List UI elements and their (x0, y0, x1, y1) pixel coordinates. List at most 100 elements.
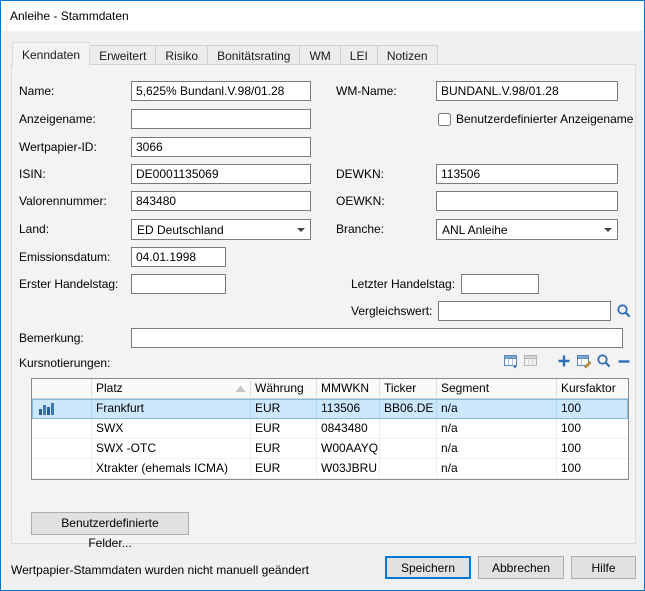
table-row[interactable]: SWX EUR 0843480 n/a 100 (32, 419, 628, 439)
kursnotierungen-table: Platz Währung MMWKN Ticker Segment Kursf… (31, 378, 629, 480)
active-quote-cell (32, 399, 92, 419)
wertpapier-id-input[interactable] (131, 137, 311, 157)
wm-name-label: WM-Name: (336, 81, 397, 101)
tab-notizen[interactable]: Notizen (378, 45, 438, 65)
column-header-kursfaktor[interactable]: Kursfaktor (557, 379, 628, 399)
cell-segment: n/a (437, 399, 557, 419)
cell-mmwkn: 0843480 (317, 419, 380, 439)
chevron-down-icon (297, 228, 305, 232)
wm-name-input[interactable] (436, 81, 618, 101)
cell-ticker (380, 459, 437, 479)
emissionsdatum-label: Emissionsdatum: (19, 247, 110, 267)
vergleichswert-label: Vergleichswert: (351, 301, 432, 321)
wertpapier-id-label: Wertpapier-ID: (19, 137, 97, 157)
table-row[interactable]: Frankfurt EUR 113506 BB06.DE n/a 100 (32, 399, 628, 419)
hilfe-button[interactable]: Hilfe (571, 556, 636, 579)
erster-handelstag-label: Erster Handelstag: (19, 274, 118, 294)
remove-quote-icon[interactable] (615, 352, 632, 369)
table-header-row: Platz Währung MMWKN Ticker Segment Kursf… (32, 379, 628, 399)
benutzerdefinierte-felder-button[interactable]: Benutzerdefinierte Felder... (31, 512, 189, 535)
copy-quotes-icon[interactable] (502, 352, 519, 369)
cell-segment: n/a (437, 439, 557, 459)
tab-kenndaten[interactable]: Kenndaten (12, 42, 90, 66)
cell-segment: n/a (437, 419, 557, 439)
dewkn-input[interactable] (436, 164, 618, 184)
branche-label: Branche: (336, 219, 384, 239)
cell-waehrung: EUR (251, 419, 317, 439)
table-row[interactable]: Xtrakter (ehemals ICMA) EUR W03JBRU n/a … (32, 459, 628, 479)
cell-mmwkn: W03JBRU (317, 459, 380, 479)
window-title: Anleihe - Stammdaten (10, 9, 129, 23)
letzter-handelstag-input[interactable] (461, 274, 539, 294)
tab-strip: Kenndaten Erweitert Risiko Bonitätsratin… (12, 42, 438, 65)
cell-kursfaktor: 100 (557, 419, 628, 439)
cell-mmwkn: 113506 (317, 399, 380, 419)
name-input[interactable] (131, 81, 311, 101)
erster-handelstag-input[interactable] (131, 274, 226, 294)
cell-waehrung: EUR (251, 439, 317, 459)
land-label: Land: (19, 219, 49, 239)
cell-ticker: BB06.DE (380, 399, 437, 419)
tab-bonitaetsrating[interactable]: Bonitätsrating (208, 45, 300, 65)
dewkn-label: DEWKN: (336, 164, 384, 184)
anzeigename-input[interactable] (131, 109, 311, 129)
chart-icon (39, 403, 54, 415)
valorennummer-input[interactable] (131, 191, 311, 211)
land-select[interactable]: ED Deutschland (131, 219, 311, 240)
cell-kursfaktor: 100 (557, 459, 628, 479)
letzter-handelstag-label: Letzter Handelstag: (351, 274, 455, 294)
table-row[interactable]: SWX -OTC EUR W00AAYQ n/a 100 (32, 439, 628, 459)
branche-select[interactable]: ANL Anleihe (436, 219, 618, 240)
column-header-icon[interactable] (32, 379, 92, 399)
status-text: Wertpapier-Stammdaten wurden nicht manue… (11, 563, 309, 577)
cell-platz: Xtrakter (ehemals ICMA) (92, 459, 251, 479)
search-quote-icon[interactable] (595, 352, 612, 369)
isin-label: ISIN: (19, 164, 46, 184)
tab-erweitert[interactable]: Erweitert (90, 45, 156, 65)
bemerkung-input[interactable] (131, 328, 623, 348)
cell-waehrung: EUR (251, 459, 317, 479)
copy-quotes-disabled-icon[interactable] (522, 352, 539, 369)
cell-platz: Frankfurt (92, 399, 251, 419)
name-label: Name: (19, 81, 54, 101)
isin-input[interactable] (131, 164, 311, 184)
cell-platz: SWX (92, 419, 251, 439)
active-quote-cell (32, 459, 92, 479)
column-header-platz[interactable]: Platz (92, 379, 251, 399)
anleihe-stammdaten-dialog: Anleihe - Stammdaten Kenndaten Erweitert… (0, 0, 645, 591)
active-quote-cell (32, 439, 92, 459)
oewkn-label: OEWKN: (336, 191, 385, 211)
active-quote-cell (32, 419, 92, 439)
vergleichswert-input[interactable] (438, 301, 611, 321)
branche-select-value: ANL Anleihe (442, 223, 508, 237)
cell-ticker (380, 439, 437, 459)
column-header-segment[interactable]: Segment (437, 379, 557, 399)
speichern-button[interactable]: Speichern (385, 556, 471, 579)
valorennummer-label: Valorennummer: (19, 191, 107, 211)
abbrechen-button[interactable]: Abbrechen (478, 556, 564, 579)
benutzerdefinierter-anzeigename-checkbox[interactable] (438, 113, 451, 126)
bemerkung-label: Bemerkung: (19, 328, 84, 348)
add-quote-icon[interactable] (555, 352, 572, 369)
cell-mmwkn: W00AAYQ (317, 439, 380, 459)
tab-risiko[interactable]: Risiko (156, 45, 208, 65)
column-header-ticker[interactable]: Ticker (380, 379, 437, 399)
tab-wm[interactable]: WM (300, 45, 340, 65)
tab-lei[interactable]: LEI (341, 45, 378, 65)
benutzerdefinierter-anzeigename-label: Benutzerdefinierter Anzeigename (456, 109, 633, 129)
cell-kursfaktor: 100 (557, 399, 628, 419)
emissionsdatum-input[interactable] (131, 247, 226, 267)
column-header-waehrung[interactable]: Währung (251, 379, 317, 399)
cell-platz: SWX -OTC (92, 439, 251, 459)
cell-segment: n/a (437, 459, 557, 479)
edit-quote-icon[interactable] (575, 352, 592, 369)
kursnotierungen-label: Kursnotierungen: (19, 353, 110, 373)
cell-waehrung: EUR (251, 399, 317, 419)
oewkn-input[interactable] (436, 191, 618, 211)
land-select-value: ED Deutschland (137, 223, 224, 237)
column-header-mmwkn[interactable]: MMWKN (317, 379, 380, 399)
search-icon[interactable] (615, 302, 632, 319)
kursnotierungen-toolbar (502, 352, 632, 369)
chevron-down-icon (604, 228, 612, 232)
title-bar: Anleihe - Stammdaten (1, 1, 644, 31)
